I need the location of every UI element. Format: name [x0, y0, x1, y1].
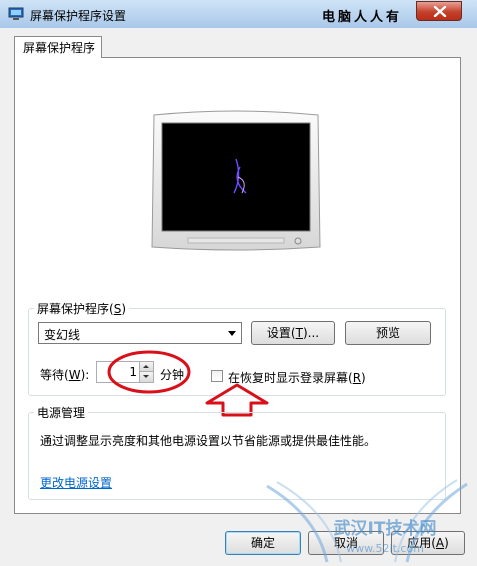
site-watermark: 武汉IT技术网 www.52it.com — [266, 479, 468, 563]
screensaver-select[interactable]: 变幻线 — [38, 322, 242, 344]
window-title: 屏幕保护程序设置 — [30, 9, 127, 23]
tab-label: 屏幕保护程序 — [23, 41, 96, 55]
settings-button[interactable]: 设置(T)... — [251, 321, 335, 345]
monitor-preview — [151, 110, 321, 251]
preview-button[interactable]: 预览 — [345, 321, 431, 345]
chevron-down-icon — [228, 331, 236, 336]
power-description: 通过调整显示亮度和其他电源设置以节省能源或提供最佳性能。 — [40, 434, 377, 448]
resume-logon-checkbox[interactable] — [211, 370, 223, 382]
screensaver-selected-value: 变幻线 — [44, 328, 81, 342]
site-watermark-url: www.52it.com — [346, 542, 424, 555]
close-icon — [433, 6, 447, 17]
title-bar: 屏幕保护程序设置 电脑人人有 — [0, 0, 477, 29]
change-power-settings-link[interactable]: 更改电源设置 — [40, 474, 112, 491]
tab-screensaver[interactable]: 屏幕保护程序 — [14, 36, 102, 58]
screensaver-app-icon — [8, 7, 24, 20]
red-annotation-circle — [107, 350, 191, 394]
screensaver-group-label: 屏幕保护程序(S) — [34, 300, 130, 317]
close-button[interactable] — [416, 1, 462, 21]
site-watermark-brand: 武汉IT技术网 — [334, 518, 437, 539]
title-watermark: 电脑人人有 — [322, 10, 403, 25]
power-group-label: 电源管理 — [34, 404, 89, 421]
wait-label: 等待(W): — [40, 368, 90, 382]
